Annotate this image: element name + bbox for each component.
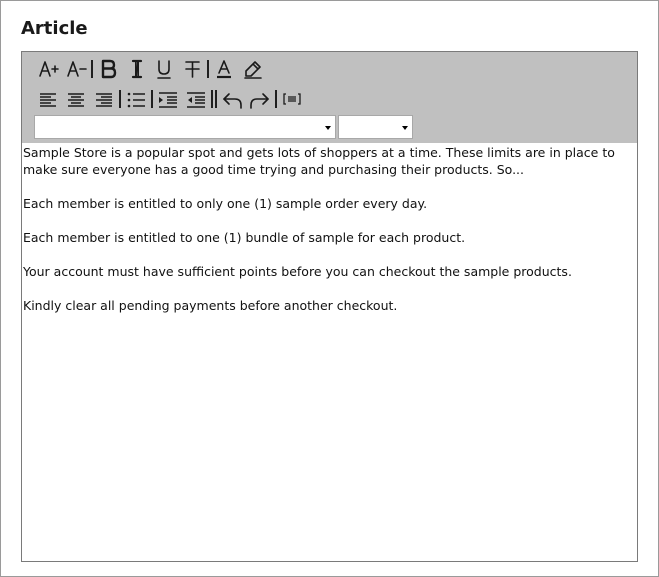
font-size-select[interactable] <box>338 115 413 139</box>
undo-button[interactable] <box>218 86 246 112</box>
toolbar-separator <box>91 60 93 78</box>
page-title: Article <box>21 18 88 39</box>
content-paragraph: Kindly clear all pending payments before… <box>23 298 398 313</box>
align-left-button[interactable] <box>34 86 62 112</box>
align-left-icon <box>40 93 56 107</box>
toolbar-row-paragraph <box>34 85 306 113</box>
indent-icon <box>159 92 177 108</box>
highlight-button[interactable] <box>238 56 266 82</box>
toolbar-selects <box>34 115 413 139</box>
html-source-button[interactable] <box>278 86 306 112</box>
underline-button[interactable] <box>150 56 178 82</box>
toolbar-separator <box>119 90 121 108</box>
toolbar-separator <box>207 60 209 78</box>
align-center-button[interactable] <box>62 86 90 112</box>
increase-font-size-button[interactable] <box>34 56 62 82</box>
content-paragraph: Sample Store is a popular spot and gets … <box>23 145 615 177</box>
font-family-select[interactable] <box>34 115 336 139</box>
align-right-button[interactable] <box>90 86 118 112</box>
text-color-button[interactable] <box>210 56 238 82</box>
redo-icon <box>250 93 269 109</box>
bold-button[interactable] <box>94 56 122 82</box>
toolbar-row-formatting <box>34 55 266 83</box>
html-source-icon <box>283 93 301 105</box>
redo-button[interactable] <box>246 86 274 112</box>
content-paragraph: Each member is entitled to one (1) bundl… <box>23 230 466 245</box>
strikethrough-button[interactable] <box>178 56 206 82</box>
chevron-down-icon <box>325 126 331 130</box>
strikethrough-icon <box>185 61 200 78</box>
increase-font-size-icon <box>39 61 59 77</box>
decrease-font-size-icon <box>67 61 87 77</box>
text-color-icon <box>217 60 231 79</box>
toolbar-separator <box>211 90 213 108</box>
decrease-font-size-button[interactable] <box>62 56 90 82</box>
undo-icon <box>223 93 242 109</box>
chevron-down-icon <box>402 126 408 130</box>
align-center-icon <box>68 93 84 107</box>
toolbar-separator <box>275 90 277 108</box>
editor-toolbar <box>22 52 637 143</box>
bullet-list-button[interactable] <box>122 86 150 112</box>
underline-icon <box>157 60 171 79</box>
toolbar-separator <box>151 90 153 108</box>
article-panel: Article Sample Store is a popular spot a… <box>0 0 659 577</box>
rich-text-editor: Sample Store is a popular spot and gets … <box>21 51 638 562</box>
align-right-icon <box>96 93 112 107</box>
italic-button[interactable] <box>122 56 150 82</box>
editor-content[interactable]: Sample Store is a popular spot and gets … <box>23 144 623 331</box>
bullet-list-icon <box>127 92 145 108</box>
bold-icon <box>101 59 117 79</box>
content-paragraph: Each member is entitled to only one (1) … <box>23 196 428 211</box>
italic-icon <box>131 59 143 79</box>
indent-button[interactable] <box>154 86 182 112</box>
content-paragraph: Your account must have sufficient points… <box>23 264 572 279</box>
outdent-icon <box>187 92 205 108</box>
outdent-button[interactable] <box>182 86 210 112</box>
toolbar-separator <box>215 90 217 108</box>
highlight-icon <box>244 61 262 79</box>
